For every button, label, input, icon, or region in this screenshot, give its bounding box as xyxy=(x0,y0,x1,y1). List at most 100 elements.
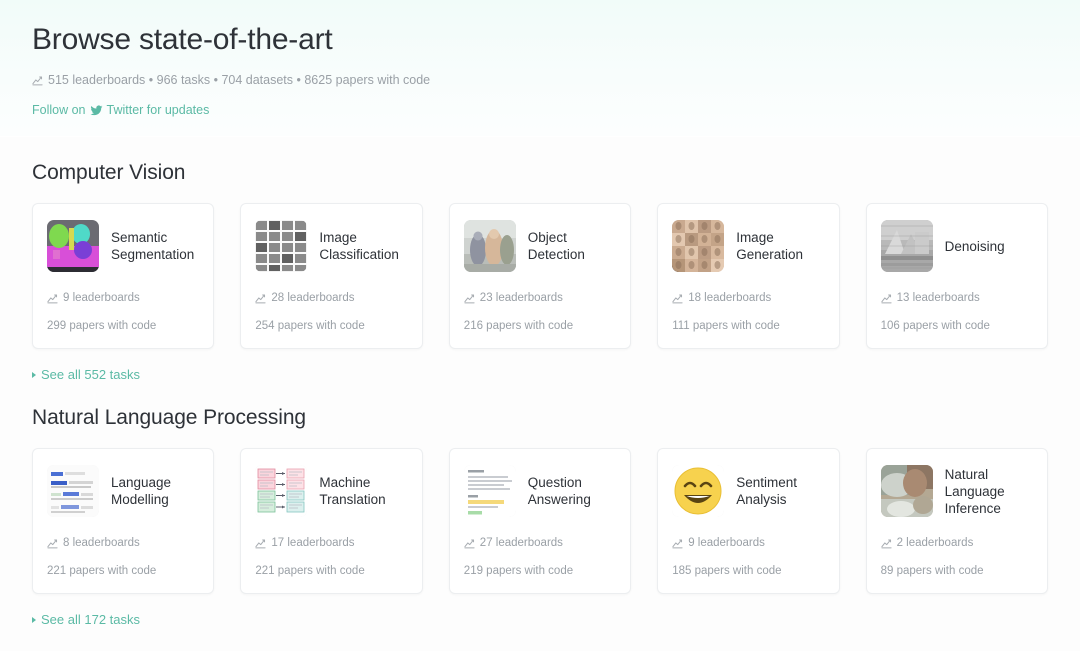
card-papers: 185 papers with code xyxy=(672,565,782,577)
card-header: Language Modelling xyxy=(47,463,199,519)
task-card-denoising[interactable]: Denoising 13 leaderboards 106 papers wit… xyxy=(865,203,1048,349)
chart-line-icon xyxy=(464,293,475,304)
task-card-grid: Semantic Segmentation 9 leaderboards 299… xyxy=(32,203,1048,349)
task-card-sentiment-analysis[interactable]: Sentiment Analysis 9 leaderboards 185 pa… xyxy=(657,448,840,594)
hero-header: Browse state-of-the-art 515 leaderboards… xyxy=(0,0,1080,136)
leaderboards-text: 28 leaderboards xyxy=(271,292,355,304)
semantic-segmentation-thumbnail xyxy=(47,220,99,272)
card-leaderboards: 2 leaderboards xyxy=(881,536,1033,551)
task-card-natural-language-inference[interactable]: Natural Language Inference 2 leaderboard… xyxy=(865,448,1048,594)
caret-right-icon xyxy=(32,616,36,623)
card-title: Image Classification xyxy=(319,230,399,262)
chart-line-icon xyxy=(881,293,892,304)
chart-line-icon xyxy=(47,538,58,549)
chart-line-icon xyxy=(464,538,475,549)
leaderboards-text: 23 leaderboards xyxy=(479,292,563,304)
leaderboards-text: 18 leaderboards xyxy=(688,292,772,304)
follow-suffix-text: Twitter for updates xyxy=(106,103,210,117)
card-title: Semantic Segmentation xyxy=(111,230,195,262)
card-leaderboards: 27 leaderboards xyxy=(464,536,616,551)
image-generation-thumbnail xyxy=(672,220,725,272)
task-card-image-classification[interactable]: Image Classification 28 leaderboards 254… xyxy=(240,203,423,349)
twitter-follow-link[interactable]: Follow on Twitter for updates xyxy=(32,102,1048,118)
card-leaderboards: 23 leaderboards xyxy=(464,291,616,306)
section-title: Natural Language Processing xyxy=(32,406,306,429)
chart-line-icon xyxy=(881,538,892,549)
task-card-question-answering[interactable]: Question Answering 27 leaderboards 219 p… xyxy=(448,448,632,594)
card-header: Object Detection xyxy=(463,218,616,274)
twitter-icon xyxy=(90,104,103,117)
card-leaderboards: 13 leaderboards xyxy=(881,291,1033,306)
card-header: Image Generation xyxy=(672,218,824,274)
card-title: Denoising xyxy=(944,238,1005,254)
task-card-image-generation[interactable]: Image Generation 18 leaderboards 111 pap… xyxy=(657,203,840,349)
chart-line-icon xyxy=(672,293,683,304)
card-title: Language Modelling xyxy=(111,475,172,507)
card-header: Machine Translation xyxy=(255,463,407,519)
leaderboards-text: 9 leaderboards xyxy=(63,292,140,304)
chart-line-icon xyxy=(32,75,43,86)
see-all-label: See all 172 tasks xyxy=(41,612,141,627)
leaderboards-text: 13 leaderboards xyxy=(896,292,980,304)
card-leaderboards: 9 leaderboards xyxy=(672,536,824,551)
card-header: Denoising xyxy=(880,218,1033,274)
section-title: Computer Vision xyxy=(32,161,186,184)
caret-right-icon xyxy=(32,371,36,378)
see-all-label: See all 552 tasks xyxy=(41,367,141,382)
card-header: Question Answering xyxy=(463,463,616,519)
card-papers: 221 papers with code xyxy=(255,565,365,577)
object-detection-thumbnail xyxy=(463,220,516,272)
card-header: Natural Language Inference xyxy=(880,463,1033,519)
chart-line-icon xyxy=(672,538,683,549)
card-papers: 299 papers with code xyxy=(47,320,157,332)
card-title: Machine Translation xyxy=(319,475,386,507)
denoising-thumbnail xyxy=(880,220,933,272)
section-natural-language-processing: Natural Language Processing Language Mod… xyxy=(32,382,1048,627)
task-card-object-detection[interactable]: Object Detection 23 leaderboards 216 pap… xyxy=(448,203,632,349)
card-leaderboards: 18 leaderboards xyxy=(672,291,824,306)
card-leaderboards: 28 leaderboards xyxy=(255,291,407,306)
card-papers: 111 papers with code xyxy=(672,320,780,332)
card-title: Image Generation xyxy=(736,230,803,262)
chart-line-icon xyxy=(47,293,58,304)
follow-prefix-text: Follow on xyxy=(32,103,86,117)
card-header: Sentiment Analysis xyxy=(672,463,824,519)
task-card-machine-translation[interactable]: Machine Translation 17 leaderboards 221 … xyxy=(240,448,423,594)
card-papers: 221 papers with code xyxy=(47,565,157,577)
card-title: Sentiment Analysis xyxy=(736,475,797,507)
see-all-tasks-link-computer-vision[interactable]: See all 552 tasks xyxy=(32,367,1048,382)
chart-line-icon xyxy=(255,293,266,304)
card-title: Object Detection xyxy=(527,230,585,262)
language-modelling-thumbnail xyxy=(47,465,99,517)
leaderboards-text: 27 leaderboards xyxy=(479,537,563,549)
stats-line: 515 leaderboards • 966 tasks • 704 datas… xyxy=(32,72,1048,88)
question-answering-thumbnail xyxy=(463,465,516,517)
card-papers: 216 papers with code xyxy=(463,320,574,332)
page-title: Browse state-of-the-art xyxy=(32,23,333,56)
card-header: Image Classification xyxy=(255,218,407,274)
task-card-language-modelling[interactable]: Language Modelling 8 leaderboards 221 pa… xyxy=(32,448,215,594)
card-papers: 219 papers with code xyxy=(463,565,574,577)
card-title: Natural Language Inference xyxy=(944,466,1005,516)
see-all-tasks-link-nlp[interactable]: See all 172 tasks xyxy=(32,612,1048,627)
card-papers: 254 papers with code xyxy=(255,320,365,332)
card-papers: 106 papers with code xyxy=(880,320,990,332)
leaderboards-text: 8 leaderboards xyxy=(63,537,140,549)
natural-language-inference-thumbnail xyxy=(880,465,933,517)
browse-sota-page: Browse state-of-the-art 515 leaderboards… xyxy=(0,0,1080,651)
leaderboards-text: 9 leaderboards xyxy=(688,537,765,549)
card-header: Semantic Segmentation xyxy=(47,218,199,274)
image-classification-thumbnail xyxy=(255,220,308,272)
task-card-grid: Language Modelling 8 leaderboards 221 pa… xyxy=(32,448,1048,594)
card-papers: 89 papers with code xyxy=(880,565,984,577)
card-leaderboards: 8 leaderboards xyxy=(47,536,199,551)
leaderboards-text: 2 leaderboards xyxy=(896,537,974,549)
task-card-semantic-segmentation[interactable]: Semantic Segmentation 9 leaderboards 299… xyxy=(32,203,215,349)
card-leaderboards: 17 leaderboards xyxy=(255,536,407,551)
stats-text: 515 leaderboards • 966 tasks • 704 datas… xyxy=(48,73,431,87)
sentiment-analysis-thumbnail xyxy=(672,465,725,517)
leaderboards-text: 17 leaderboards xyxy=(271,537,355,549)
section-computer-vision: Computer Vision Semantic Segmentation 9 … xyxy=(32,137,1048,382)
card-title: Question Answering xyxy=(527,475,591,507)
machine-translation-thumbnail xyxy=(255,465,308,517)
